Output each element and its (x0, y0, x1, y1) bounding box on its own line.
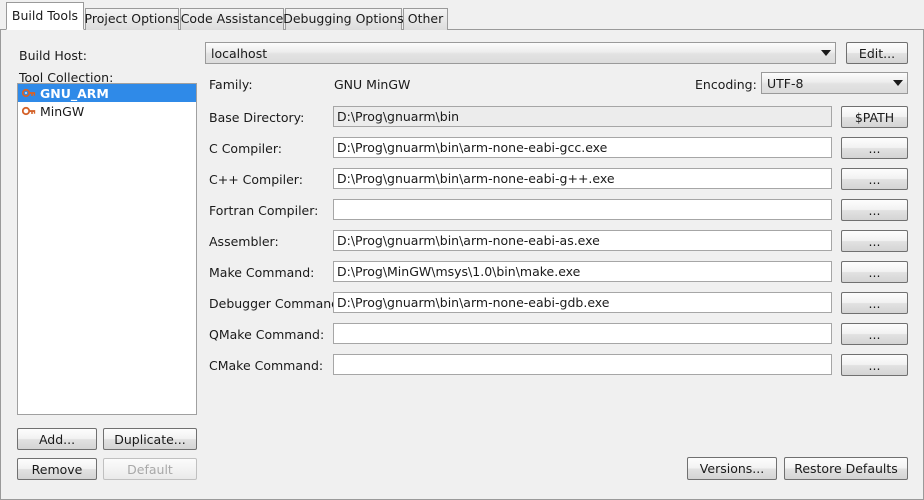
assembler-field[interactable]: D:\Prog\gnuarm\bin\arm-none-eabi-as.exe (333, 230, 832, 251)
assembler-browse-button[interactable]: ... (841, 230, 908, 252)
debugger-command-browse-button[interactable]: ... (841, 292, 908, 314)
tool-collection-list[interactable]: GNU_ARM MinGW (17, 83, 197, 415)
make-command-browse-button[interactable]: ... (841, 261, 908, 283)
debugger-command-label: Debugger Command: (209, 296, 344, 311)
c-compiler-browse-button[interactable]: ... (841, 137, 908, 159)
key-icon (22, 88, 36, 98)
default-button: Default (103, 458, 197, 480)
qmake-command-label: QMake Command: (209, 327, 325, 342)
tab-code-assistance[interactable]: Code Assistance (180, 8, 284, 30)
key-icon (22, 106, 36, 116)
qmake-command-field[interactable] (333, 323, 832, 344)
add-button[interactable]: Add... (17, 428, 97, 450)
assembler-label: Assembler: (209, 234, 279, 249)
path-button[interactable]: $PATH (841, 106, 908, 128)
debugger-command-field[interactable]: D:\Prog\gnuarm\bin\arm-none-eabi-gdb.exe (333, 292, 832, 313)
remove-button[interactable]: Remove (17, 458, 97, 480)
chevron-down-icon[interactable] (889, 73, 907, 93)
list-item[interactable]: MinGW (18, 102, 196, 120)
tab-other[interactable]: Other (403, 8, 448, 30)
cpp-compiler-field[interactable]: D:\Prog\gnuarm\bin\arm-none-eabi-g++.exe (333, 168, 832, 189)
list-item[interactable]: GNU_ARM (18, 84, 196, 102)
c-compiler-label: C Compiler: (209, 141, 282, 156)
edit-button[interactable]: Edit... (846, 42, 908, 64)
list-item-label: MinGW (40, 103, 85, 119)
build-host-combo[interactable]: localhost (205, 42, 836, 64)
cmake-command-label: CMake Command: (209, 358, 324, 373)
family-value: GNU MinGW (334, 77, 411, 92)
cpp-compiler-label: C++ Compiler: (209, 172, 303, 187)
list-item-label: GNU_ARM (40, 85, 109, 101)
encoding-label: Encoding: (695, 77, 757, 92)
cmake-command-browse-button[interactable]: ... (841, 354, 908, 376)
encoding-combo[interactable]: UTF-8 (761, 72, 908, 94)
base-directory-label: Base Directory: (209, 110, 305, 125)
build-host-value: localhost (211, 45, 268, 61)
cmake-command-field[interactable] (333, 354, 832, 375)
encoding-value: UTF-8 (767, 75, 804, 91)
versions-button[interactable]: Versions... (687, 457, 777, 480)
make-command-label: Make Command: (209, 265, 315, 280)
c-compiler-field[interactable]: D:\Prog\gnuarm\bin\arm-none-eabi-gcc.exe (333, 137, 832, 158)
build-tools-panel: Build Host: Tool Collection: GNU_ARM Min… (0, 30, 924, 500)
build-host-label: Build Host: (19, 48, 88, 63)
tab-debugging-options[interactable]: Debugging Options (283, 8, 404, 30)
family-label: Family: (209, 77, 253, 92)
tab-strip: Build Tools Project Options Code Assista… (0, 0, 924, 30)
tab-project-options[interactable]: Project Options (85, 8, 180, 30)
tab-build-tools[interactable]: Build Tools (6, 2, 84, 30)
fortran-compiler-field[interactable] (333, 199, 832, 220)
restore-defaults-button[interactable]: Restore Defaults (784, 457, 908, 480)
base-directory-field: D:\Prog\gnuarm\bin (333, 106, 832, 127)
chevron-down-icon[interactable] (817, 43, 835, 63)
fortran-compiler-label: Fortran Compiler: (209, 203, 319, 218)
build-tools-options-dialog: Build Tools Project Options Code Assista… (0, 0, 924, 500)
qmake-command-browse-button[interactable]: ... (841, 323, 908, 345)
make-command-field[interactable]: D:\Prog\MinGW\msys\1.0\bin\make.exe (333, 261, 832, 282)
fortran-compiler-browse-button[interactable]: ... (841, 199, 908, 221)
duplicate-button[interactable]: Duplicate... (103, 428, 197, 450)
cpp-compiler-browse-button[interactable]: ... (841, 168, 908, 190)
